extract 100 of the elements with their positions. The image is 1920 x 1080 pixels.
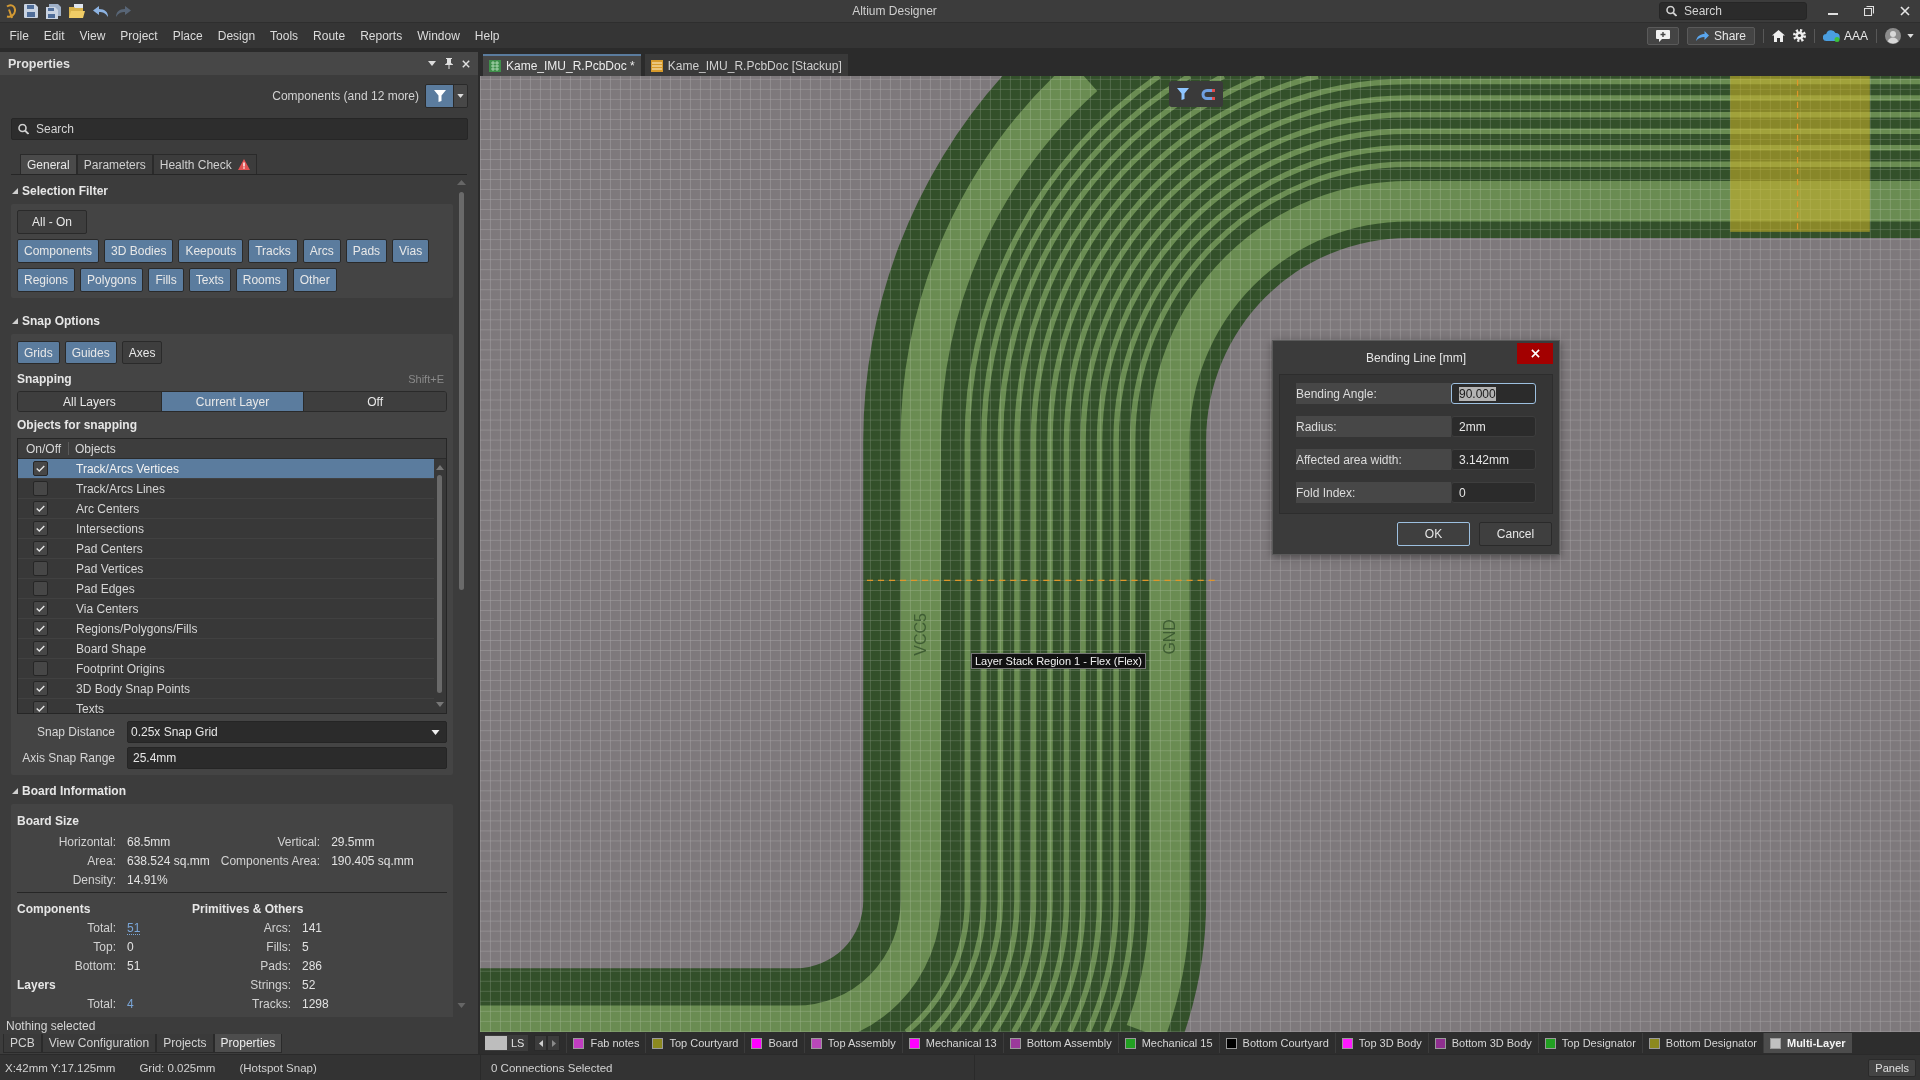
caret-up-icon[interactable]	[436, 465, 444, 470]
dropdown[interactable]: 0.25x Snap Grid	[127, 721, 447, 743]
toggle-button[interactable]: Components	[17, 239, 100, 263]
checkbox[interactable]	[33, 681, 48, 696]
toggle-button[interactable]: Vias	[392, 239, 430, 263]
table-row[interactable]: Arc Centers	[18, 499, 434, 519]
checkbox[interactable]	[33, 581, 48, 596]
input-field[interactable]: 90.000	[1451, 383, 1536, 404]
pin-icon[interactable]	[445, 58, 453, 69]
comment-button[interactable]	[1646, 26, 1679, 45]
table-row[interactable]: Track/Arcs Lines	[18, 479, 434, 499]
checkbox[interactable]	[33, 521, 48, 536]
close-button[interactable]	[1517, 343, 1553, 364]
input-field[interactable]: 2mm	[1451, 416, 1536, 437]
layer-tab[interactable]: Top Courtyard	[645, 1033, 745, 1053]
checkbox[interactable]	[33, 461, 48, 476]
menu-item[interactable]: Route	[305, 28, 353, 43]
share-button[interactable]: Share	[1686, 26, 1755, 45]
layer-tab[interactable]: Bottom 3D Body	[1427, 1033, 1538, 1053]
user-menu-button[interactable]	[1885, 27, 1914, 44]
panel-tab[interactable]: View Configuration	[41, 1034, 157, 1053]
input-field[interactable]: 3.142mm	[1451, 449, 1536, 470]
ok-button[interactable]: OK	[1397, 522, 1470, 546]
menu-item[interactable]: Help	[467, 28, 508, 43]
cancel-button[interactable]: Cancel	[1479, 522, 1552, 546]
toggle-button[interactable]: Fills	[148, 268, 184, 292]
filter-dropdown-button[interactable]	[453, 85, 467, 107]
close-icon[interactable]	[462, 59, 470, 68]
layer-scroll-button[interactable]	[534, 1035, 548, 1051]
panel-tab[interactable]: PCB	[3, 1034, 42, 1053]
layer-tab[interactable]: Mechanical 15	[1117, 1033, 1219, 1053]
toggle-button[interactable]: Tracks	[248, 239, 298, 263]
toggle-button[interactable]: Arcs	[302, 239, 341, 263]
layer-tab[interactable]: Bottom Courtyard	[1218, 1033, 1335, 1053]
magnet-icon[interactable]	[1201, 88, 1215, 100]
home-icon[interactable]	[1772, 29, 1785, 42]
undo-icon[interactable]	[93, 5, 108, 17]
table-row[interactable]: Regions/Polygons/Fills	[18, 619, 434, 639]
table-row[interactable]: Pad Vertices	[18, 559, 434, 579]
save-icon[interactable]	[24, 4, 38, 18]
section-header[interactable]: Board Information	[11, 784, 126, 798]
layer-tab[interactable]: Multi-Layer	[1762, 1033, 1852, 1053]
checkbox[interactable]	[33, 661, 48, 676]
segment-button[interactable]: Off	[303, 392, 446, 411]
toggle-button[interactable]: Guides	[64, 341, 117, 364]
document-tab[interactable]: Kame_IMU_R.PcbDoc *	[483, 54, 641, 76]
menu-item[interactable]: Reports	[352, 28, 410, 43]
layer-tab[interactable]: Top 3D Body	[1334, 1033, 1428, 1053]
toggle-button[interactable]: Rooms	[235, 268, 288, 292]
checkbox[interactable]	[33, 501, 48, 516]
input-field[interactable]: 25.4mm	[127, 747, 447, 769]
section-header[interactable]: Snap Options	[11, 314, 100, 328]
menu-item[interactable]: View	[72, 28, 113, 43]
menu-item[interactable]: File	[2, 28, 37, 43]
section-header[interactable]: Selection Filter	[11, 184, 109, 198]
table-row[interactable]: Via Centers	[18, 599, 434, 619]
settings-icon[interactable]	[1793, 29, 1806, 42]
tab[interactable]: Parameters	[76, 154, 153, 174]
segment-button[interactable]: Current Layer	[160, 392, 304, 411]
table-row[interactable]: Footprint Origins	[18, 659, 434, 679]
menu-item[interactable]: Window	[409, 28, 468, 43]
segmented-control[interactable]: All Layers Current Layer Off	[17, 391, 447, 412]
layer-tab[interactable]: Fab notes	[566, 1033, 646, 1053]
value-link[interactable]: 51	[127, 920, 141, 935]
checkbox[interactable]	[33, 601, 48, 616]
panel-tab[interactable]: Properties	[213, 1034, 283, 1053]
menu-item[interactable]: Edit	[36, 28, 73, 43]
toggle-button[interactable]: 3D Bodies	[104, 239, 174, 263]
table-row[interactable]: Pad Centers	[18, 539, 434, 559]
toggle-button[interactable]: Other	[292, 268, 337, 292]
toggle-button[interactable]: Pads	[345, 239, 388, 263]
value-link[interactable]: 4	[127, 996, 134, 1011]
toggle-button[interactable]: Axes	[121, 341, 163, 364]
checkbox[interactable]	[33, 561, 48, 576]
filter-button[interactable]	[426, 85, 453, 107]
account-button[interactable]: AAA	[1823, 28, 1868, 43]
menu-item[interactable]: Project	[112, 28, 166, 43]
menu-item[interactable]: Tools	[262, 28, 306, 43]
search-field[interactable]: Search	[1659, 2, 1807, 20]
panels-button[interactable]: Panels	[1868, 1058, 1916, 1077]
checkbox[interactable]	[33, 481, 48, 496]
table-row[interactable]: Board Shape	[18, 639, 434, 659]
table-row[interactable]: Intersections	[18, 519, 434, 539]
document-tab[interactable]: Kame_IMU_R.PcbDoc [Stackup]	[644, 54, 848, 76]
table-row[interactable]: 3D Body Snap Points	[18, 679, 434, 699]
layer-scroll-button[interactable]	[547, 1035, 561, 1051]
input-field[interactable]: 0	[1451, 482, 1536, 503]
search-field[interactable]: Search	[11, 118, 468, 140]
table-row[interactable]: Pad Edges	[18, 579, 434, 599]
layer-tab[interactable]: Bottom Assembly	[1002, 1033, 1118, 1053]
table-row[interactable]: Texts	[18, 699, 434, 713]
menu-item[interactable]: Design	[210, 28, 263, 43]
checkbox[interactable]	[33, 541, 48, 556]
layer-set-button[interactable]: LS	[485, 1035, 529, 1051]
folder-icon[interactable]	[69, 4, 85, 18]
layer-tab[interactable]: Bottom Designator	[1641, 1033, 1763, 1053]
segment-button[interactable]: All Layers	[18, 392, 161, 411]
toggle-button[interactable]: All - On	[17, 210, 87, 234]
table-row[interactable]: Track/Arcs Vertices	[18, 459, 434, 479]
panel-tab[interactable]: Projects	[156, 1034, 214, 1053]
